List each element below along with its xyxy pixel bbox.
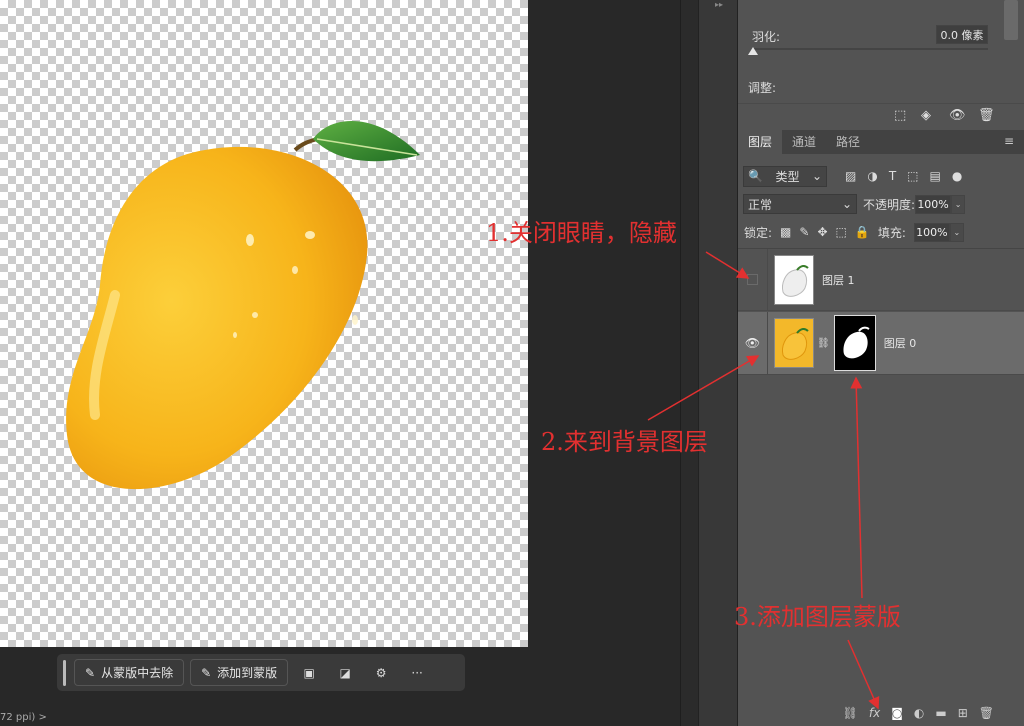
layer-name[interactable]: 图层 1 xyxy=(822,272,855,288)
eye-icon: 👁 xyxy=(744,336,761,350)
shape-filter-icon[interactable]: ⬚ xyxy=(907,169,918,183)
brush-icon: ✎ xyxy=(201,665,212,680)
layers-list: 图层 1 👁 ⛓ 图层 0 xyxy=(738,248,1024,700)
layer-name[interactable]: 图层 0 xyxy=(884,335,917,351)
feather-label: 羽化: xyxy=(752,30,781,44)
add-to-mask-label: 添加到蒙版 xyxy=(217,666,278,680)
blend-opacity-row: 正常 ⌄ 不透明度: 100% ⌄ xyxy=(743,194,966,214)
lock-all-icon[interactable]: 🔒 xyxy=(855,225,870,239)
fill-input[interactable]: 100% xyxy=(913,222,950,242)
dock-grip-icon[interactable]: ▸▸ xyxy=(715,0,723,9)
link-layers-icon[interactable]: ⛓ xyxy=(843,706,858,720)
lock-fill-row: 锁定: ▩ ✎ ✥ ⬚ 🔒 填充: 100% ⌄ xyxy=(744,222,964,242)
feather-slider-knob[interactable] xyxy=(748,47,758,55)
canvas-gutter xyxy=(680,0,698,726)
type-filter-icon[interactable]: T xyxy=(889,169,896,183)
tab-layers[interactable]: 图层 xyxy=(738,130,783,154)
trash-icon[interactable]: 🗑 xyxy=(979,706,994,720)
new-layer-icon[interactable]: ⊞ xyxy=(958,706,968,720)
pixel-filter-icon[interactable]: ▨ xyxy=(845,169,856,183)
adjustment-layer-icon[interactable]: ◐ xyxy=(914,706,924,720)
new-group-icon[interactable]: ▬ xyxy=(935,706,946,720)
layer-filter-select[interactable]: 🔍 类型 ⌄ xyxy=(743,165,827,187)
mask-settings-icon[interactable]: ⚙ xyxy=(366,659,396,686)
filter-type-label: 类型 xyxy=(775,169,800,184)
properties-scrollbar[interactable] xyxy=(1004,0,1018,40)
layer-thumbnail xyxy=(774,318,814,368)
lock-image-pixels-icon[interactable]: ✎ xyxy=(799,225,809,239)
chevron-down-icon: ⌄ xyxy=(811,169,822,183)
apply-mask-icon[interactable]: ◈ xyxy=(921,108,931,123)
properties-panel: 羽化: 0.0 像素 调整: ⬚ ◈ 👁 🗑 xyxy=(738,0,1024,126)
subtract-from-mask-label: 从蒙版中去除 xyxy=(101,666,174,680)
eye-hidden-icon xyxy=(747,274,758,285)
mask-options-icon[interactable]: ▣ xyxy=(294,659,324,686)
lock-transparent-pixels-icon[interactable]: ▩ xyxy=(780,225,791,239)
layer-thumbnail xyxy=(774,254,814,305)
fill-dropdown[interactable]: ⌄ xyxy=(949,222,964,242)
add-to-mask-button[interactable]: ✎ 添加到蒙版 xyxy=(190,659,289,686)
subtract-from-mask-button[interactable]: ✎ 从蒙版中去除 xyxy=(74,659,185,686)
more-options-button[interactable]: ··· xyxy=(402,659,432,686)
annotation-step-1: 1.关闭眼睛，隐藏 xyxy=(486,219,677,247)
visibility-toggle[interactable]: 👁 xyxy=(738,312,768,374)
invert-mask-icon[interactable]: ◪ xyxy=(330,659,360,686)
feather-slider[interactable] xyxy=(752,48,988,50)
layers-bottom-toolbar: ⛓ fx ◙ ◐ ▬ ⊞ 🗑 xyxy=(738,700,1024,726)
add-layer-mask-icon[interactable]: ◙ xyxy=(891,706,903,720)
layer-row-layer-0[interactable]: 👁 ⛓ 图层 0 xyxy=(738,312,1024,375)
search-icon: 🔍 xyxy=(748,169,763,183)
opacity-dropdown[interactable]: ⌄ xyxy=(951,194,966,214)
mango-image xyxy=(66,120,420,490)
load-selection-icon[interactable]: ⬚ xyxy=(894,108,906,123)
smart-object-filter-icon[interactable]: ▤ xyxy=(930,169,941,183)
fx-icon[interactable]: fx xyxy=(869,706,880,720)
layer-row-layer-1[interactable]: 图层 1 xyxy=(738,249,1024,311)
annotation-step-2: 2.来到背景图层 xyxy=(541,428,708,456)
blend-mode-value: 正常 xyxy=(748,197,773,212)
feather-value-field[interactable]: 0.0 像素 xyxy=(936,25,988,44)
panel-menu-icon[interactable]: ≡ xyxy=(1004,134,1014,148)
layer-filter-row: 🔍 类型 ⌄ ▨ ◑ T ⬚ ▤ ● xyxy=(743,165,962,187)
trash-icon[interactable]: 🗑 xyxy=(978,108,995,123)
blend-mode-select[interactable]: 正常 ⌄ xyxy=(743,194,857,214)
tab-paths[interactable]: 路径 xyxy=(826,130,870,154)
chevron-down-icon: ⌄ xyxy=(841,197,852,211)
fill-label: 填充: xyxy=(877,225,906,240)
status-bar-zoom: 72 ppi) > xyxy=(0,712,47,723)
lock-label: 锁定: xyxy=(744,225,773,240)
visibility-toggle[interactable] xyxy=(738,249,768,310)
mask-link-icon[interactable]: ⛓ xyxy=(817,338,830,349)
mask-contextual-taskbar: ✎ 从蒙版中去除 ✎ 添加到蒙版 ▣ ◪ ⚙ ··· xyxy=(57,654,465,691)
properties-toolbar: ⬚ ◈ 👁 🗑 xyxy=(738,103,1024,127)
collapsed-panel-dock xyxy=(698,0,738,726)
opacity-label: 不透明度: xyxy=(863,197,916,212)
opacity-input[interactable]: 100% xyxy=(915,194,952,214)
lock-position-icon[interactable]: ✥ xyxy=(817,225,827,239)
layers-tab-bar: 图层 通道 路径 xyxy=(738,130,1024,154)
eye-icon[interactable]: 👁 xyxy=(949,108,966,123)
tab-channels[interactable]: 通道 xyxy=(782,130,826,154)
adjustment-filter-icon[interactable]: ◑ xyxy=(867,169,877,183)
adjust-label: 调整: xyxy=(748,81,777,95)
document-canvas[interactable] xyxy=(0,0,528,647)
annotation-step-3: 3.添加图层蒙版 xyxy=(734,603,901,631)
lock-artboard-icon[interactable]: ⬚ xyxy=(836,225,847,239)
taskbar-grip-handle[interactable] xyxy=(63,659,66,686)
brush-icon: ✎ xyxy=(85,665,96,680)
layer-mask-thumbnail[interactable] xyxy=(833,315,876,371)
filter-toggle-icon[interactable]: ● xyxy=(952,169,962,183)
